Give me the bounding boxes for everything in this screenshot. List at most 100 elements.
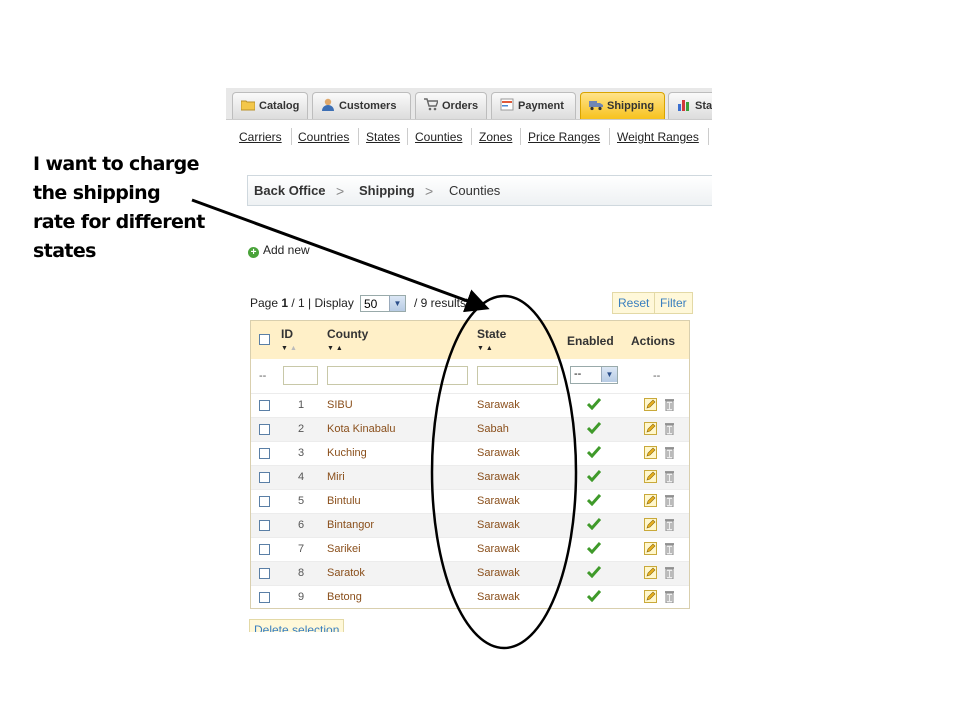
tab-stats[interactable]: Sta [668, 92, 712, 119]
enabled-check-icon[interactable] [587, 398, 601, 410]
row-checkbox[interactable] [259, 448, 270, 459]
tab-catalog[interactable]: Catalog [232, 92, 308, 119]
breadcrumb-shipping[interactable]: Shipping [359, 176, 415, 206]
row-county[interactable]: Kota Kinabalu [327, 423, 396, 435]
row-county[interactable]: Saratok [327, 567, 365, 579]
row-county[interactable]: SIBU [327, 399, 353, 411]
subnav-counties[interactable]: Counties [415, 130, 462, 144]
tab-label: Sta [695, 100, 712, 112]
row-state[interactable]: Sabah [477, 423, 509, 435]
row-checkbox[interactable] [259, 472, 270, 483]
filter-button[interactable]: Filter [654, 292, 693, 314]
row-checkbox[interactable] [259, 592, 270, 603]
enabled-check-icon[interactable] [587, 422, 601, 434]
enabled-check-icon[interactable] [587, 446, 601, 458]
row-state[interactable]: Sarawak [477, 543, 520, 555]
subnav-weight-ranges[interactable]: Weight Ranges [617, 130, 699, 144]
edit-icon[interactable] [644, 398, 657, 411]
annotation-line-3: rate for different [33, 211, 205, 233]
row-state[interactable]: Sarawak [477, 471, 520, 483]
sort-id-icon[interactable]: ▼▲ [281, 345, 299, 352]
table-row[interactable]: 3 Kuching Sarawak [251, 441, 689, 465]
row-county[interactable]: Sarikei [327, 543, 361, 555]
enabled-check-icon[interactable] [587, 590, 601, 602]
delete-icon[interactable] [664, 517, 675, 531]
edit-icon[interactable] [644, 470, 657, 483]
delete-icon[interactable] [664, 397, 675, 411]
filter-county-input[interactable] [327, 366, 468, 385]
filter-enabled-select[interactable]: -- ▼ [570, 366, 618, 384]
edit-icon[interactable] [644, 518, 657, 531]
table-row[interactable]: 1 SIBU Sarawak [251, 393, 689, 417]
display-count-select[interactable]: 50 ▼ [360, 295, 406, 312]
breadcrumb-back-office[interactable]: Back Office [254, 176, 326, 206]
row-state[interactable]: Sarawak [477, 567, 520, 579]
subnav-carriers[interactable]: Carriers [239, 130, 282, 144]
table-row[interactable]: 8 Saratok Sarawak [251, 561, 689, 585]
delete-icon[interactable] [664, 469, 675, 483]
edit-icon[interactable] [644, 566, 657, 579]
tab-shipping[interactable]: Shipping [580, 92, 665, 119]
row-state[interactable]: Sarawak [477, 591, 520, 603]
row-county[interactable]: Bintulu [327, 495, 361, 507]
delete-icon[interactable] [664, 493, 675, 507]
subnav-divider [407, 128, 408, 145]
delete-icon[interactable] [664, 421, 675, 435]
delete-icon[interactable] [664, 541, 675, 555]
tab-label: Customers [339, 100, 397, 112]
row-state[interactable]: Sarawak [477, 399, 520, 411]
row-checkbox[interactable] [259, 520, 270, 531]
filter-state-input[interactable] [477, 366, 558, 385]
subnav-price-ranges[interactable]: Price Ranges [528, 130, 600, 144]
row-state[interactable]: Sarawak [477, 519, 520, 531]
tab-orders[interactable]: Orders [415, 92, 487, 119]
delete-icon[interactable] [664, 589, 675, 603]
subnav-states[interactable]: States [366, 130, 400, 144]
reset-button[interactable]: Reset [612, 292, 656, 314]
subnav-zones[interactable]: Zones [479, 130, 512, 144]
row-state[interactable]: Sarawak [477, 495, 520, 507]
row-county[interactable]: Kuching [327, 447, 367, 459]
edit-icon[interactable] [644, 446, 657, 459]
row-id: 9 [297, 591, 305, 603]
row-state[interactable]: Sarawak [477, 447, 520, 459]
edit-icon[interactable] [644, 494, 657, 507]
table-row[interactable]: 2 Kota Kinabalu Sabah [251, 417, 689, 441]
edit-icon[interactable] [644, 422, 657, 435]
sort-county-icon[interactable]: ▼▲ [327, 345, 345, 352]
row-county[interactable]: Betong [327, 591, 362, 603]
filter-id-input[interactable] [283, 366, 318, 385]
table-row[interactable]: 6 Bintangor Sarawak [251, 513, 689, 537]
row-checkbox[interactable] [259, 400, 270, 411]
row-county[interactable]: Miri [327, 471, 345, 483]
edit-icon[interactable] [644, 590, 657, 603]
delete-icon[interactable] [664, 565, 675, 579]
delete-selection-button[interactable]: Delete selection [249, 619, 345, 632]
display-count-value: 50 [364, 297, 378, 311]
subnav-countries[interactable]: Countries [298, 130, 349, 144]
results-count: / 9 results) [414, 296, 471, 310]
row-county[interactable]: Bintangor [327, 519, 374, 531]
delete-icon[interactable] [664, 445, 675, 459]
table-row[interactable]: 7 Sarikei Sarawak [251, 537, 689, 561]
table-row[interactable]: 9 Betong Sarawak [251, 585, 689, 609]
add-new-link[interactable]: + Add new [248, 243, 310, 258]
tab-payment[interactable]: Payment [491, 92, 576, 119]
row-checkbox[interactable] [259, 424, 270, 435]
row-id: 6 [297, 519, 305, 531]
chevron-down-icon: ▼ [389, 296, 405, 311]
table-row[interactable]: 5 Bintulu Sarawak [251, 489, 689, 513]
edit-icon[interactable] [644, 542, 657, 555]
row-checkbox[interactable] [259, 544, 270, 555]
enabled-check-icon[interactable] [587, 542, 601, 554]
sort-state-icon[interactable]: ▼▲ [477, 345, 495, 352]
table-row[interactable]: 4 Miri Sarawak [251, 465, 689, 489]
select-all-checkbox[interactable] [259, 334, 270, 345]
tab-customers[interactable]: Customers [312, 92, 411, 119]
row-checkbox[interactable] [259, 496, 270, 507]
enabled-check-icon[interactable] [587, 470, 601, 482]
enabled-check-icon[interactable] [587, 494, 601, 506]
row-checkbox[interactable] [259, 568, 270, 579]
enabled-check-icon[interactable] [587, 518, 601, 530]
enabled-check-icon[interactable] [587, 566, 601, 578]
